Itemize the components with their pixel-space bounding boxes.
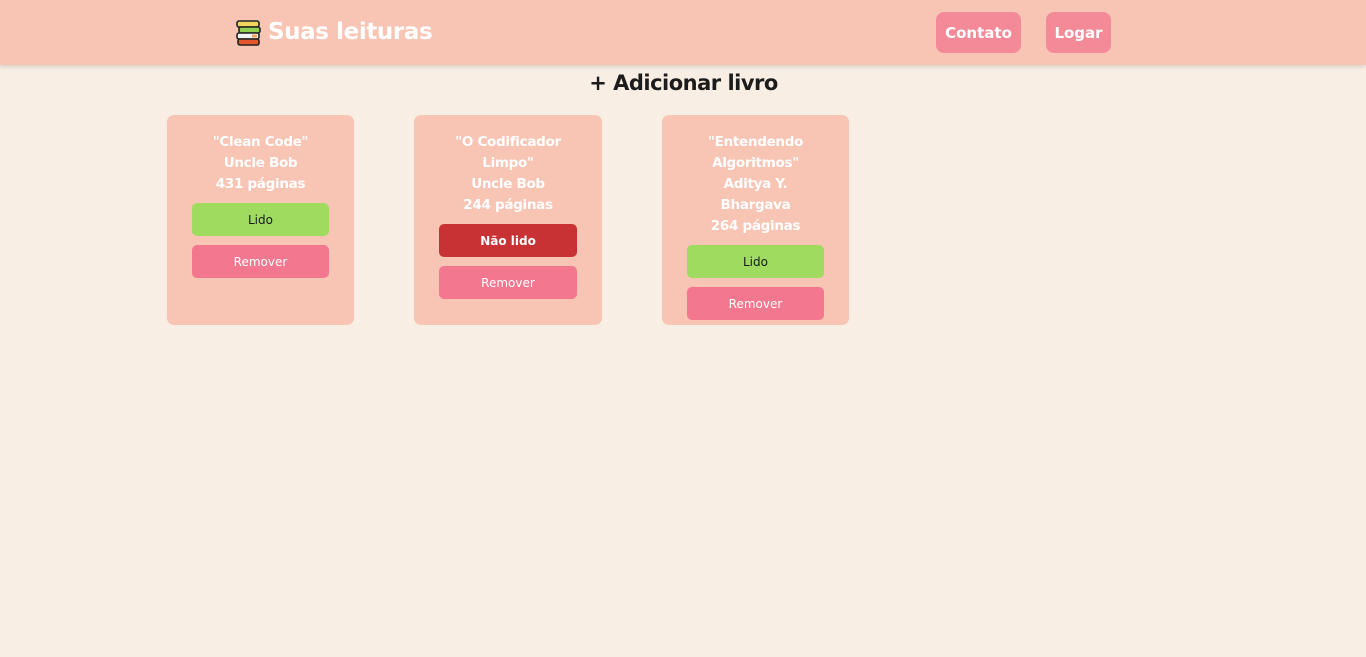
book-info: "O Codificador Limpo" Uncle Bob 244 pági… [443, 132, 573, 216]
remove-button[interactable]: Remover [192, 245, 329, 278]
lido-button[interactable]: Lido [687, 245, 824, 278]
nao-lido-button[interactable]: Não lido [439, 224, 577, 257]
contato-button[interactable]: Contato [936, 12, 1021, 53]
book-title: "Clean Code" [212, 134, 309, 150]
book-pages: 244 páginas [463, 197, 553, 213]
book-pages: 264 páginas [710, 218, 801, 234]
add-book-button[interactable]: + Adicionar livro [583, 67, 784, 99]
book-card: "Clean Code" Uncle Bob 431 páginas Lido … [167, 115, 354, 325]
book-title-line: Algoritmos" [712, 155, 799, 171]
books-stack-icon [236, 19, 261, 46]
book-pages: 431 páginas [215, 176, 306, 192]
lido-button[interactable]: Lido [192, 203, 329, 236]
book-card: "O Codificador Limpo" Uncle Bob 244 pági… [414, 115, 602, 325]
book-card: "Entendendo Algoritmos" Aditya Y. Bharga… [662, 115, 849, 325]
book-title-line: Limpo" [482, 155, 534, 171]
book-title-line: "Entendendo [707, 134, 804, 150]
book-info: "Entendendo Algoritmos" Aditya Y. Bharga… [691, 132, 821, 237]
book-author: Aditya Y. Bhargava [720, 176, 791, 213]
book-info: "Clean Code" Uncle Bob 431 páginas [178, 132, 343, 195]
logar-button[interactable]: Logar [1046, 12, 1111, 53]
book-title-line: "O Codificador [455, 134, 561, 150]
brand-title: Suas leituras [268, 19, 433, 45]
navbar: Suas leituras Contato Logar [0, 0, 1366, 65]
remove-button[interactable]: Remover [687, 287, 824, 320]
book-author: Uncle Bob [223, 155, 298, 171]
brand[interactable]: Suas leituras [235, 17, 433, 47]
remove-button[interactable]: Remover [439, 266, 577, 299]
book-author: Uncle Bob [471, 176, 545, 192]
